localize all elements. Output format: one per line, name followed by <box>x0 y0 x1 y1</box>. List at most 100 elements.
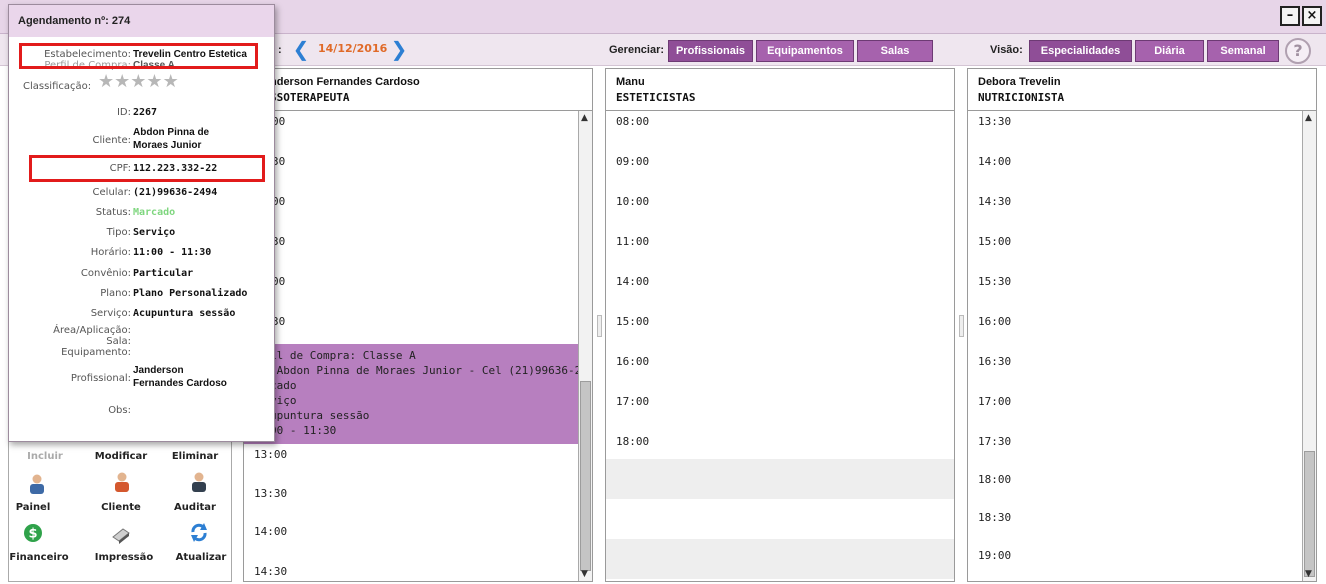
time-slot[interactable]: 13:00 <box>254 448 287 461</box>
next-date-arrow-icon[interactable]: ❯ <box>388 38 410 60</box>
time-slot[interactable]: 11:00 <box>616 235 649 248</box>
scroll-up-icon[interactable]: ▲ <box>581 113 588 123</box>
view-especialidades-button[interactable]: Especialidades <box>1029 40 1132 62</box>
star-icon: ★ <box>130 71 147 92</box>
manage-profissionais-button[interactable]: Profissionais <box>668 40 753 62</box>
time-slot[interactable]: 15:00 <box>978 235 1011 248</box>
time-slot[interactable]: 14:00 <box>616 275 649 288</box>
scroll-down-icon[interactable]: ▼ <box>1305 569 1312 579</box>
view-semanal-button[interactable]: Semanal <box>1207 40 1279 62</box>
view-diaria-button[interactable]: Diária <box>1135 40 1204 62</box>
column-scrollbar[interactable]: ▲ ▼ <box>1302 111 1316 581</box>
field-value: Plano Personalizado <box>133 288 248 299</box>
column-scrollbar[interactable]: ▲ ▼ <box>578 111 592 581</box>
time-slot[interactable]: 16:30 <box>978 355 1011 368</box>
help-icon[interactable]: ? <box>1285 38 1311 64</box>
manage-salas-button[interactable]: Salas <box>857 40 933 62</box>
star-icon: ★ <box>98 71 115 92</box>
appointment-line: cado <box>270 379 297 392</box>
scroll-thumb[interactable] <box>580 381 591 571</box>
modificar-button[interactable]: Modificar <box>85 451 157 462</box>
field-label: ID: <box>116 107 131 118</box>
time-slot[interactable]: 15:30 <box>978 275 1011 288</box>
time-slot[interactable]: 15:00 <box>616 315 649 328</box>
client-icon[interactable] <box>112 471 132 493</box>
schedule-column-janderson: nderson Fernandes Cardoso SSOTERAPEUTA 0… <box>243 68 593 582</box>
professional-specialty: ESTETICISTAS <box>616 91 696 104</box>
manage-equipamentos-button[interactable]: Equipamentos <box>756 40 854 62</box>
app-window: – × : ❮ 14/12/2016 ❯ Gerenciar: Profissi… <box>0 0 1326 584</box>
time-slot[interactable]: 14:30 <box>254 565 287 578</box>
field-label: Tipo: <box>106 227 131 238</box>
professional-specialty: SSOTERAPEUTA <box>270 91 350 104</box>
close-button[interactable]: × <box>1302 6 1322 26</box>
cliente-button[interactable]: Cliente <box>85 502 157 513</box>
scroll-thumb[interactable] <box>1304 451 1315 577</box>
time-slot[interactable]: 13:30 <box>978 115 1011 128</box>
time-slot[interactable]: 18:00 <box>978 473 1011 486</box>
appointment-line: -Abdon Pinna de Moraes Junior - Cel (21)… <box>270 364 578 377</box>
minimize-button[interactable]: – <box>1280 6 1300 26</box>
field-label: Plano: <box>100 288 131 299</box>
printer-icon[interactable] <box>111 523 131 545</box>
field-label: Horário: <box>90 247 131 258</box>
close-icon: × <box>1306 8 1318 23</box>
auditar-button[interactable]: Auditar <box>159 502 231 513</box>
scroll-down-icon[interactable]: ▼ <box>581 569 588 579</box>
user-panel-icon[interactable] <box>27 473 47 495</box>
manage-label: Gerenciar: <box>609 44 665 56</box>
field-label: Status: <box>95 207 131 218</box>
field-value: Fernandes Cardoso <box>133 378 227 389</box>
field-value: 11:00 - 11:30 <box>133 247 212 258</box>
refresh-icon[interactable] <box>189 521 209 543</box>
time-slot[interactable]: 17:30 <box>978 435 1011 448</box>
audit-icon[interactable] <box>189 471 209 493</box>
time-slot[interactable]: 18:00 <box>616 435 649 448</box>
column-splitter[interactable] <box>597 315 602 337</box>
impressao-button[interactable]: Impressão <box>91 552 157 563</box>
financeiro-button[interactable]: Financeiro <box>7 552 71 563</box>
painel-button[interactable]: Painel <box>9 502 57 513</box>
eliminar-button[interactable]: Eliminar <box>159 451 231 462</box>
field-label: Convênio: <box>80 268 131 279</box>
highlight-box-cpf <box>29 155 265 182</box>
star-icon: ★ <box>146 71 163 92</box>
incluir-button[interactable]: Incluir <box>9 451 81 462</box>
time-slot[interactable]: 09:00 <box>616 155 649 168</box>
time-slot[interactable]: 14:00 <box>978 155 1011 168</box>
field-label: Celular: <box>92 187 131 198</box>
atualizar-button[interactable]: Atualizar <box>169 552 233 563</box>
time-slot[interactable]: 14:00 <box>254 525 287 538</box>
time-slot[interactable]: 16:00 <box>978 315 1011 328</box>
field-value: Acupuntura sessão <box>133 308 236 319</box>
time-slot[interactable]: 14:30 <box>978 195 1011 208</box>
column-header: Debora Trevelin NUTRICIONISTA <box>968 69 1316 111</box>
money-icon[interactable]: $ <box>23 522 43 544</box>
time-slot[interactable]: 18:30 <box>978 511 1011 524</box>
time-slot[interactable]: 16:00 <box>616 355 649 368</box>
column-splitter[interactable] <box>959 315 964 337</box>
time-slot[interactable]: 17:00 <box>616 395 649 408</box>
professional-name: nderson Fernandes Cardoso <box>270 76 420 88</box>
column-header: nderson Fernandes Cardoso SSOTERAPEUTA <box>244 69 592 111</box>
prev-date-arrow-icon[interactable]: ❮ <box>290 38 312 60</box>
current-date: 14/12/2016 <box>318 42 388 55</box>
field-value: (21)99636-2494 <box>133 187 218 198</box>
appointment-block[interactable]: il de Compra: Classe A -Abdon Pinna de M… <box>244 344 578 444</box>
appointment-line: viço <box>270 394 297 407</box>
time-slot[interactable]: 13:30 <box>254 487 287 500</box>
time-slot[interactable]: 19:00 <box>978 549 1011 562</box>
schedule-column-debora: Debora Trevelin NUTRICIONISTA 13:30 14:0… <box>967 68 1317 582</box>
time-slot[interactable]: 10:00 <box>616 195 649 208</box>
scroll-up-icon[interactable]: ▲ <box>1305 113 1312 123</box>
highlight-box-estabelecimento <box>19 43 258 69</box>
field-value: Moraes Junior <box>133 140 202 151</box>
status-value: Marcado <box>133 207 176 218</box>
rating-stars: ★★★★★ <box>98 73 179 91</box>
appointment-line: 00 - 11:30 <box>270 424 337 437</box>
time-slot[interactable]: 08:00 <box>616 115 649 128</box>
action-panel: Incluir Modificar Eliminar Painel Client… <box>8 440 232 582</box>
field-label: Obs: <box>108 405 131 416</box>
schedule-column-manu: Manu ESTETICISTAS 08:00 09:00 10:00 11:0… <box>605 68 955 582</box>
time-slot[interactable]: 17:00 <box>978 395 1011 408</box>
